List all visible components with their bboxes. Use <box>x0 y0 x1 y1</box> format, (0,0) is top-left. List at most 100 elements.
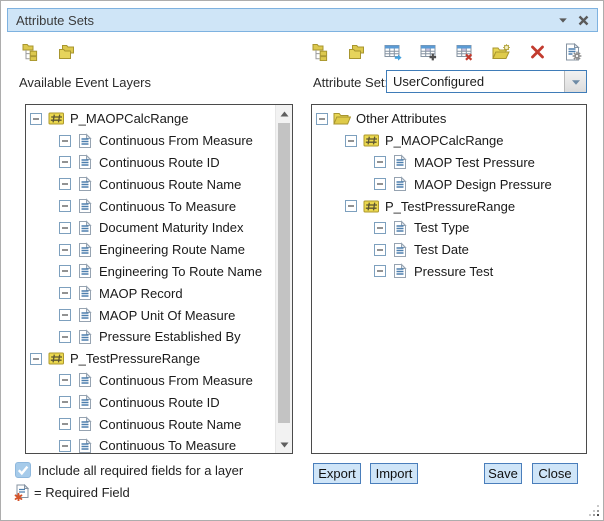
collapse-expander-icon[interactable] <box>59 418 71 430</box>
tree-item[interactable]: Continuous To Measure <box>26 195 275 217</box>
tree-item[interactable]: Pressure Established By <box>26 326 275 348</box>
tree-item-label: Continuous To Measure <box>99 199 236 214</box>
save-button[interactable]: Save <box>484 463 522 484</box>
tree-item[interactable]: Continuous Route Name <box>26 173 275 195</box>
collapse-expander-icon[interactable] <box>59 156 71 168</box>
new-attribute-set-icon[interactable] <box>491 42 511 62</box>
tree-item-label: Other Attributes <box>356 111 446 126</box>
tree-item[interactable]: Engineering To Route Name <box>26 261 275 283</box>
tree-item-label: Engineering To Route Name <box>99 264 262 279</box>
collapse-expander-icon[interactable] <box>59 178 71 190</box>
tree-item[interactable]: P_TestPressureRange <box>312 195 586 217</box>
event-layers-toolbar <box>21 42 77 62</box>
collapse-expander-icon[interactable] <box>59 200 71 212</box>
field-icon <box>391 154 409 170</box>
event-layer-icon <box>362 133 380 148</box>
collapse-expander-icon[interactable] <box>316 113 328 125</box>
tree-item[interactable]: MAOP Design Pressure <box>312 173 586 195</box>
add-event-layer-icon[interactable] <box>383 42 403 62</box>
remove-table-icon[interactable] <box>455 42 475 62</box>
tree-item[interactable]: Continuous Route ID <box>26 152 275 174</box>
collapse-expander-icon[interactable] <box>374 265 386 277</box>
field-icon <box>76 263 94 279</box>
tree-item[interactable]: Continuous Route Name <box>26 413 275 435</box>
tree-item-label: Engineering Route Name <box>99 242 245 257</box>
collapse-expander-icon[interactable] <box>374 222 386 234</box>
resize-grip[interactable] <box>587 504 600 517</box>
collapse-expander-icon[interactable] <box>59 374 71 386</box>
expand-event-layers-icon[interactable] <box>21 42 41 62</box>
tree-item[interactable]: Pressure Test <box>312 261 586 283</box>
close-button[interactable]: Close <box>532 463 578 484</box>
event-layer-icon <box>362 199 380 214</box>
delete-attribute-set-icon[interactable] <box>527 42 547 62</box>
collapse-expander-icon[interactable] <box>345 135 357 147</box>
collapse-expander-icon[interactable] <box>59 309 71 321</box>
expand-attribute-set-icon[interactable] <box>311 42 331 62</box>
dropdown-arrow-button[interactable] <box>564 71 586 92</box>
attribute-set-label: Attribute Set: <box>313 75 388 90</box>
attribute-set-dropdown[interactable]: UserConfigured <box>386 70 587 93</box>
tree-item-label: Pressure Test <box>414 264 493 279</box>
titlebar[interactable]: Attribute Sets <box>7 8 598 32</box>
collapse-expander-icon[interactable] <box>374 244 386 256</box>
export-button[interactable]: Export <box>313 463 361 484</box>
collapse-expander-icon[interactable] <box>59 265 71 277</box>
tree-item[interactable]: MAOP Test Pressure <box>312 152 586 174</box>
tree-item-label: P_MAOPCalcRange <box>385 133 504 148</box>
field-icon <box>76 372 94 388</box>
tree-item-label: MAOP Record <box>99 286 183 301</box>
collapse-attribute-set-icon[interactable] <box>347 42 367 62</box>
available-event-layers-panel: P_MAOPCalcRangeContinuous From MeasureCo… <box>25 104 293 454</box>
titlebar-menu-icon[interactable] <box>553 10 573 30</box>
tree-item-label: Pressure Established By <box>99 329 241 344</box>
event-layers-tree: P_MAOPCalcRangeContinuous From MeasureCo… <box>26 108 275 453</box>
collapse-expander-icon[interactable] <box>59 222 71 234</box>
attribute-set-properties-icon[interactable] <box>563 42 583 62</box>
collapse-expander-icon[interactable] <box>374 178 386 190</box>
tree-item-label: Continuous Route Name <box>99 417 241 432</box>
tree-item[interactable]: Test Type <box>312 217 586 239</box>
tree-item[interactable]: P_TestPressureRange <box>26 348 275 370</box>
field-icon <box>76 307 94 323</box>
attribute-set-toolbar <box>311 42 583 62</box>
tree-item[interactable]: Continuous Route ID <box>26 391 275 413</box>
tree-item[interactable]: MAOP Unit Of Measure <box>26 304 275 326</box>
tree-item[interactable]: Document Maturity Index <box>26 217 275 239</box>
scroll-down-icon[interactable] <box>276 436 292 453</box>
collapse-expander-icon[interactable] <box>59 287 71 299</box>
collapse-expander-icon[interactable] <box>59 135 71 147</box>
collapse-expander-icon[interactable] <box>59 440 71 452</box>
field-icon <box>76 242 94 258</box>
collapse-expander-icon[interactable] <box>59 331 71 343</box>
tree-item-label: Continuous From Measure <box>99 373 253 388</box>
tree-item[interactable]: Continuous To Measure <box>26 435 275 453</box>
scrollbar-thumb[interactable] <box>278 123 290 423</box>
tree-item[interactable]: Continuous From Measure <box>26 130 275 152</box>
tree-item[interactable]: Other Attributes <box>312 108 586 130</box>
scroll-up-icon[interactable] <box>276 105 292 122</box>
close-icon[interactable] <box>573 10 593 30</box>
tree-item[interactable]: MAOP Record <box>26 282 275 304</box>
collapse-event-layers-icon[interactable] <box>57 42 77 62</box>
field-icon <box>76 198 94 214</box>
add-table-icon[interactable] <box>419 42 439 62</box>
tree-item[interactable]: P_MAOPCalcRange <box>312 130 586 152</box>
tree-item-label: Continuous To Measure <box>99 438 236 453</box>
collapse-expander-icon[interactable] <box>30 113 42 125</box>
collapse-expander-icon[interactable] <box>374 156 386 168</box>
tree-item[interactable]: Engineering Route Name <box>26 239 275 261</box>
collapse-expander-icon[interactable] <box>345 200 357 212</box>
import-button[interactable]: Import <box>370 463 418 484</box>
vertical-scrollbar[interactable] <box>275 105 292 453</box>
tree-item[interactable]: Test Date <box>312 239 586 261</box>
include-required-fields-checkbox[interactable] <box>15 462 31 478</box>
dialog-title: Attribute Sets <box>16 13 553 28</box>
tree-item[interactable]: P_MAOPCalcRange <box>26 108 275 130</box>
collapse-expander-icon[interactable] <box>30 353 42 365</box>
tree-item-label: MAOP Unit Of Measure <box>99 308 235 323</box>
required-field-legend-text: = Required Field <box>34 485 130 500</box>
collapse-expander-icon[interactable] <box>59 244 71 256</box>
collapse-expander-icon[interactable] <box>59 396 71 408</box>
tree-item[interactable]: Continuous From Measure <box>26 370 275 392</box>
